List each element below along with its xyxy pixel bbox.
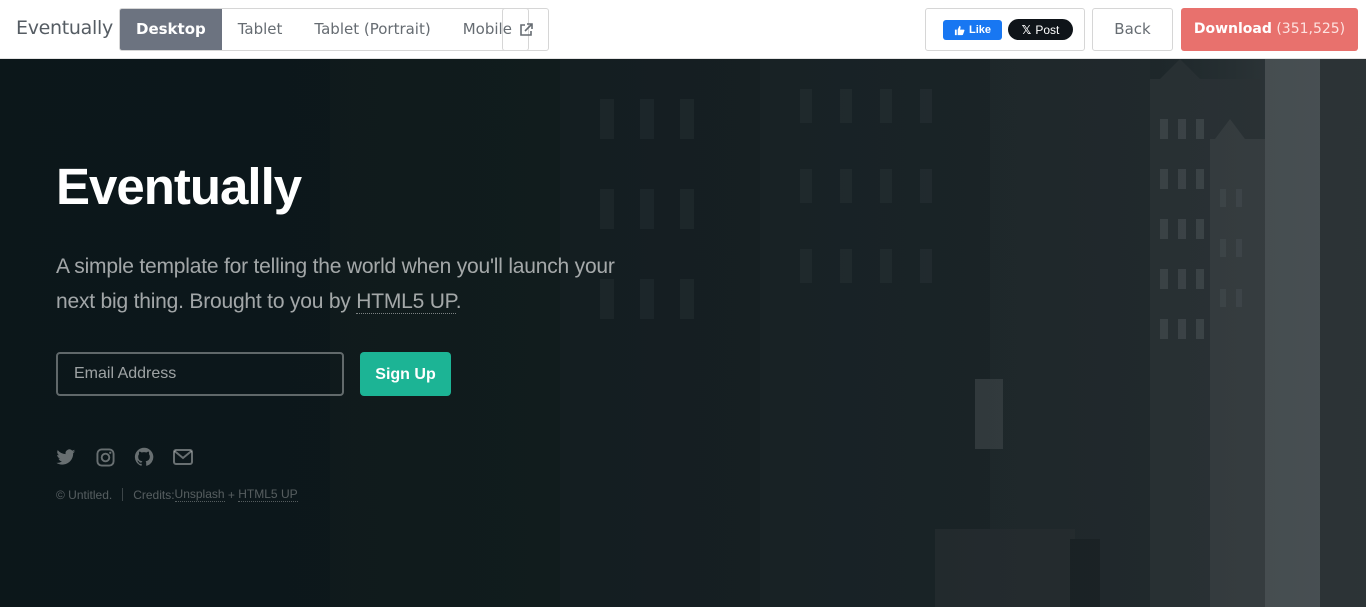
- x-post-label: Post: [1035, 22, 1060, 37]
- unsplash-link[interactable]: Unsplash: [174, 487, 225, 502]
- x-post-button[interactable]: 𝕏 Post: [1008, 19, 1073, 40]
- preview-toolbar: Eventually Desktop Tablet Tablet (Portra…: [0, 0, 1366, 59]
- credits-prefix: Credits:: [133, 487, 175, 502]
- credits-divider: [122, 488, 124, 501]
- facebook-like-label: Like: [968, 24, 991, 36]
- signup-button[interactable]: Sign Up: [360, 352, 451, 396]
- download-label: Download: [1193, 21, 1272, 37]
- html5up-link[interactable]: HTML5 UP: [356, 290, 456, 314]
- x-logo-icon: 𝕏: [1021, 22, 1032, 37]
- download-count: (351,525): [1276, 21, 1346, 37]
- hero-title: Eventually: [56, 158, 302, 215]
- hero-description: A simple template for telling the world …: [56, 249, 616, 319]
- email-input[interactable]: [56, 352, 344, 396]
- device-desktop-button[interactable]: Desktop: [120, 9, 222, 50]
- credits-line: © Untitled. Credits: Unsplash + HTML5 UP: [56, 487, 298, 502]
- html5up-credit-link[interactable]: HTML5 UP: [238, 487, 298, 502]
- thumbs-up-icon: [954, 25, 965, 35]
- device-switcher: Desktop Tablet Tablet (Portrait) Mobile: [119, 8, 529, 51]
- social-icons: [56, 447, 193, 467]
- twitter-icon[interactable]: [56, 447, 76, 467]
- device-tablet-button[interactable]: Tablet: [222, 9, 299, 50]
- instagram-icon[interactable]: [95, 447, 115, 467]
- hero-description-end: .: [455, 290, 462, 313]
- hero-description-text: A simple template for telling the world …: [56, 255, 615, 313]
- brand-name[interactable]: Eventually: [16, 17, 113, 39]
- device-tablet-portrait-button[interactable]: Tablet (Portrait): [298, 9, 446, 50]
- download-button[interactable]: Download (351,525): [1181, 8, 1358, 51]
- hero-section: Eventually A simple template for telling…: [0, 59, 1366, 607]
- back-button[interactable]: Back: [1092, 8, 1173, 51]
- hero-overlay: [0, 59, 1366, 607]
- credits-plus: +: [224, 487, 239, 502]
- external-link-icon: [519, 22, 533, 36]
- copyright-text: © Untitled.: [56, 487, 113, 502]
- open-new-window-button[interactable]: [502, 8, 549, 51]
- github-icon[interactable]: [134, 447, 154, 467]
- envelope-icon[interactable]: [173, 447, 193, 467]
- social-share-box: Like 𝕏 Post: [925, 8, 1085, 51]
- facebook-like-button[interactable]: Like: [943, 20, 1002, 40]
